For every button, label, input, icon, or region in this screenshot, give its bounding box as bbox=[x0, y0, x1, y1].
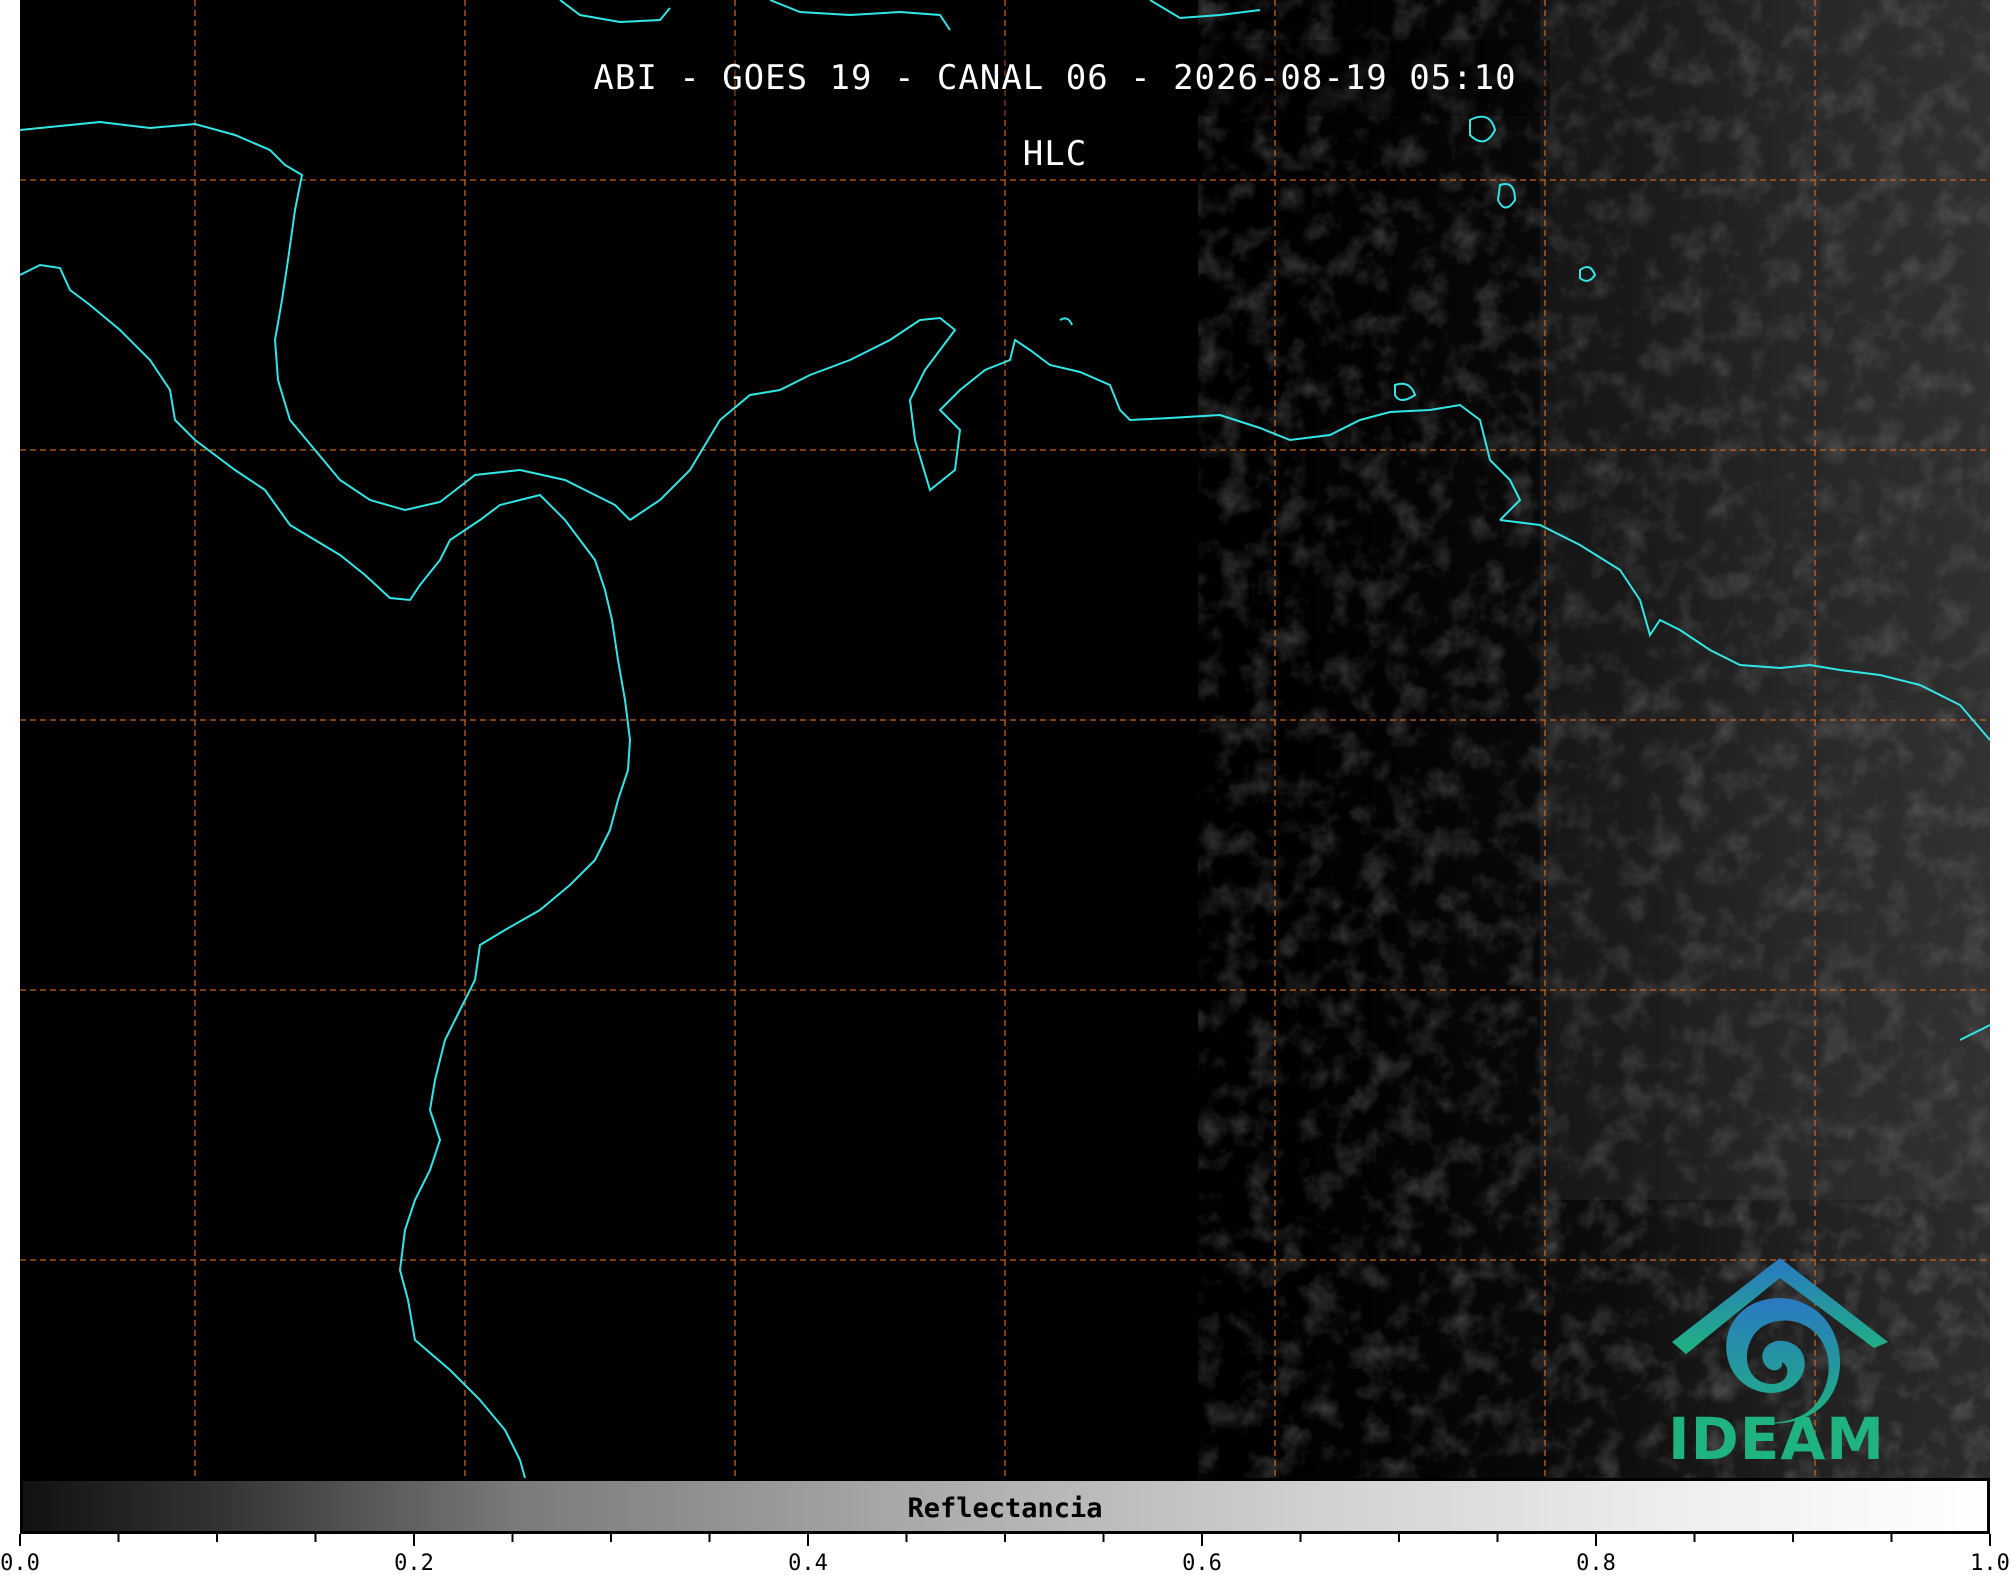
colorbar-tick-label: 0.0 bbox=[0, 1551, 40, 1576]
colorbar-tick-label: 0.6 bbox=[1182, 1551, 1222, 1576]
colorbar: Reflectancia bbox=[20, 1478, 1990, 1534]
logo-text: IDEAM bbox=[1668, 1405, 1885, 1473]
colorbar-tick-label: 0.8 bbox=[1576, 1551, 1616, 1576]
colorbar-tick-label: 1.0 bbox=[1970, 1551, 2010, 1576]
colorbar-label: Reflectancia bbox=[907, 1493, 1103, 1524]
colorbar-ticks bbox=[19, 1534, 1991, 1546]
map-title: ABI - GOES 19 - CANAL 06 - 2026-08-19 05… bbox=[560, 40, 1550, 174]
colorbar-tick-label: 0.4 bbox=[788, 1551, 828, 1576]
colorbar-tick-label: 0.2 bbox=[394, 1551, 434, 1576]
satellite-map: ABI - GOES 19 - CANAL 06 - 2026-08-19 05… bbox=[20, 0, 1990, 1478]
